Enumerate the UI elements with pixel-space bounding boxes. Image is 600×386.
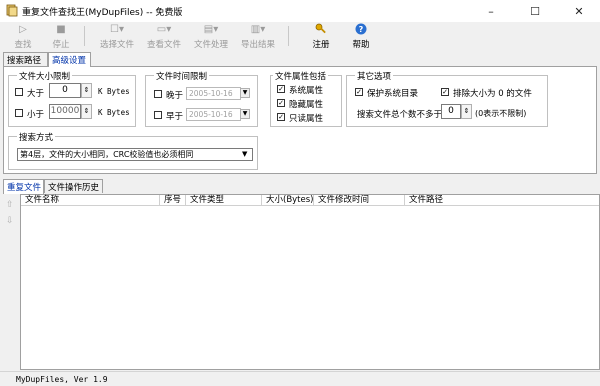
register-button[interactable]: 注册 (306, 22, 336, 50)
readonly-attr-label: 只读属性 (289, 114, 324, 124)
search-mode-select[interactable]: 第4层，文件的大小相同，CRC校验值也必须相同 (17, 148, 253, 161)
earlier-than-date[interactable]: 2005-10-16 (186, 108, 241, 121)
later-than-checkbox[interactable] (154, 90, 162, 98)
file-process-button[interactable]: ▤▾ 文件处理 (192, 22, 230, 50)
column-header-index[interactable]: 序号 (160, 195, 186, 206)
process-icon: ▤▾ (203, 24, 219, 35)
less-than-unit: K Bytes (98, 108, 130, 117)
play-icon: ▷ (19, 24, 27, 35)
exclude-zero-size-checkbox[interactable]: ✓ (441, 88, 449, 96)
protect-system-dir-label: 保护系统目录 (367, 89, 419, 99)
greater-than-unit: K Bytes (98, 87, 130, 96)
max-files-spinner[interactable]: ⇕ (461, 104, 472, 119)
minimize-button[interactable]: – (470, 0, 512, 22)
tab-advanced-settings[interactable]: 高级设置 (48, 52, 91, 67)
maximize-button[interactable]: ☐ (514, 0, 556, 22)
greater-than-label: 大于 (27, 89, 45, 99)
results-table[interactable]: 文件名称 序号 文件类型 大小(Bytes) 文件修改时间 文件路径 (20, 194, 600, 370)
file-time-group: 文件时间限制 晚于 2005-10-16 ▼ 早于 2005-10-16 ▼ (145, 70, 258, 127)
column-header-file-path[interactable]: 文件路径 (405, 195, 599, 206)
less-than-checkbox[interactable] (15, 109, 23, 117)
select-icon: ☐▾ (110, 24, 124, 35)
earlier-than-label: 早于 (166, 112, 184, 122)
search-mode-group-title: 搜索方式 (17, 131, 56, 143)
view-icon: ▭▾ (156, 24, 172, 35)
file-attributes-group-title: 文件属性包括 (273, 70, 329, 82)
close-button[interactable]: ✕ (558, 0, 600, 22)
advanced-settings-panel: 文件大小限制 大于 0 ⇕ K Bytes 小于 10000 ⇕ K Bytes… (3, 66, 597, 174)
less-than-label: 小于 (27, 110, 45, 120)
file-time-group-title: 文件时间限制 (154, 70, 210, 82)
toolbar-separator (84, 26, 85, 46)
system-attr-label: 系统属性 (289, 86, 324, 96)
side-arrow-bar: ⇧ ⇩ (2, 194, 19, 370)
tab-duplicate-files[interactable]: 重复文件 (3, 179, 44, 194)
status-bar: MyDupFiles, Ver 1.9 (0, 371, 600, 386)
later-than-dropdown-icon[interactable]: ▼ (240, 88, 250, 98)
tab-file-operation-history[interactable]: 文件操作历史 (44, 179, 103, 193)
status-text: MyDupFiles, Ver 1.9 (16, 375, 108, 384)
later-than-label: 晚于 (166, 91, 184, 101)
system-attr-checkbox[interactable]: ✓ (277, 85, 285, 93)
title-bar: 重复文件查找王(MyDupFiles) -- 免费版 – ☐ ✕ (0, 0, 600, 22)
file-size-group-title: 文件大小限制 (17, 70, 73, 82)
hidden-attr-checkbox[interactable]: ✓ (277, 99, 285, 107)
stop-button[interactable]: ■ 停止 (48, 22, 74, 50)
greater-than-checkbox[interactable] (15, 88, 23, 96)
move-up-icon[interactable]: ⇧ (6, 200, 14, 210)
file-size-group: 文件大小限制 大于 0 ⇕ K Bytes 小于 10000 ⇕ K Bytes (8, 70, 136, 127)
column-header-file-name[interactable]: 文件名称 (21, 195, 160, 206)
file-attributes-group: 文件属性包括 ✓ 系统属性 ✓ 隐藏属性 ✓ 只读属性 (270, 70, 342, 127)
search-mode-group: 搜索方式 第4层，文件的大小相同，CRC校验值也必须相同 ▼ (8, 131, 258, 170)
column-header-modified-time[interactable]: 文件修改时间 (314, 195, 405, 206)
toolbar-separator (288, 26, 289, 46)
help-button[interactable]: ? 帮助 (346, 22, 376, 50)
greater-than-input[interactable]: 0 (49, 83, 81, 98)
exclude-zero-size-label: 排除大小为 0 的文件 (453, 89, 532, 99)
toolbar: ▷ 查找 ■ 停止 ☐▾ 选择文件 ▭▾ 查看文件 ▤▾ 文件处理 ▥▾ 导出结… (0, 22, 600, 50)
earlier-than-checkbox[interactable] (154, 111, 162, 119)
search-mode-dropdown-icon[interactable]: ▼ (242, 150, 247, 158)
app-icon (6, 4, 18, 17)
greater-than-spinner[interactable]: ⇕ (81, 83, 92, 98)
max-files-input[interactable]: 0 (441, 104, 461, 119)
protect-system-dir-checkbox[interactable]: ✓ (355, 88, 363, 96)
move-down-icon[interactable]: ⇩ (6, 216, 14, 226)
export-results-button[interactable]: ▥▾ 导出结果 (239, 22, 277, 50)
less-than-spinner[interactable]: ⇕ (81, 104, 92, 119)
column-header-size[interactable]: 大小(Bytes) (262, 195, 314, 206)
max-files-label: 搜索文件总个数不多于: (357, 110, 445, 120)
readonly-attr-checkbox[interactable]: ✓ (277, 113, 285, 121)
other-options-group: 其它选项 ✓ 保护系统目录 ✓ 排除大小为 0 的文件 搜索文件总个数不多于: … (346, 70, 548, 127)
later-than-date[interactable]: 2005-10-16 (186, 87, 241, 100)
stop-icon: ■ (56, 24, 66, 35)
max-files-hint: (0表示不限制) (475, 109, 527, 118)
select-files-button[interactable]: ☐▾ 选择文件 (98, 22, 136, 50)
window-title: 重复文件查找王(MyDupFiles) -- 免费版 (22, 8, 183, 18)
hidden-attr-label: 隐藏属性 (289, 100, 324, 110)
svg-text:?: ? (359, 25, 364, 34)
view-file-button[interactable]: ▭▾ 查看文件 (145, 22, 183, 50)
search-button[interactable]: ▷ 查找 (10, 22, 36, 50)
export-icon: ▥▾ (250, 24, 266, 35)
other-options-group-title: 其它选项 (355, 70, 394, 82)
help-icon: ? (355, 23, 367, 37)
column-header-file-type[interactable]: 文件类型 (186, 195, 262, 206)
earlier-than-dropdown-icon[interactable]: ▼ (240, 109, 250, 119)
less-than-input[interactable]: 10000 (49, 104, 81, 119)
key-icon (315, 23, 327, 37)
tab-search-path[interactable]: 搜索路径 (3, 52, 48, 66)
